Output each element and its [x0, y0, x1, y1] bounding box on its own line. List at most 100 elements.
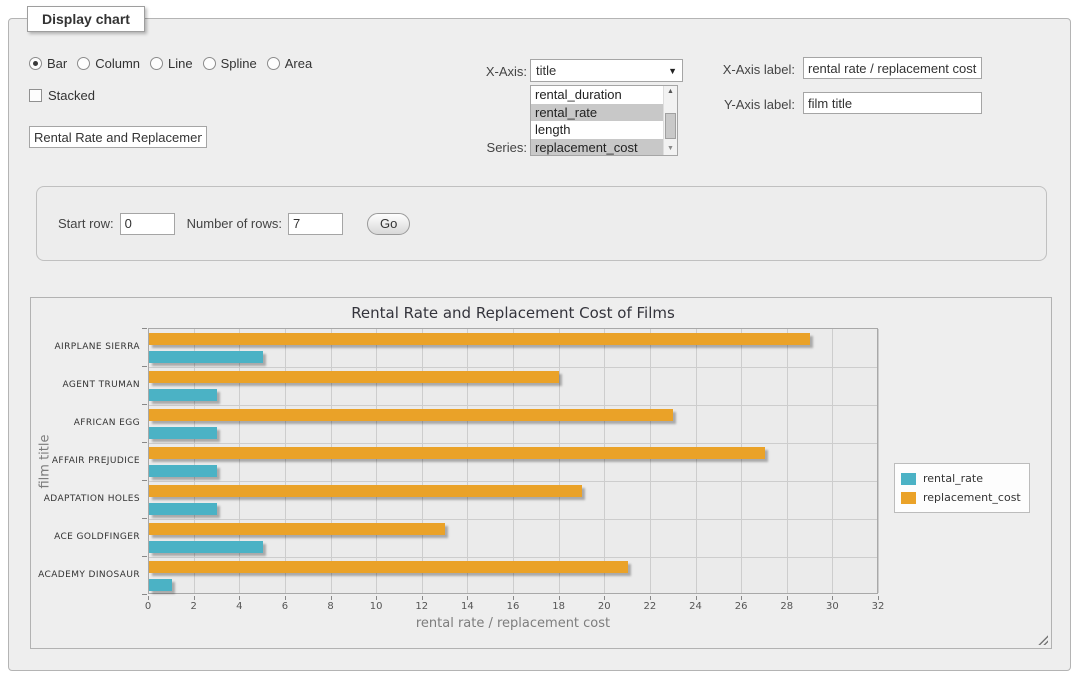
category-label: ADAPTATION HOLES	[31, 494, 140, 504]
x-axis-tick	[422, 596, 423, 600]
series-option-rental_rate[interactable]: rental_rate	[531, 104, 663, 122]
stacked-checkbox-row[interactable]: Stacked	[29, 88, 95, 103]
category-label: AIRPLANE SIERRA	[31, 342, 140, 352]
x-axis-tick	[832, 596, 833, 600]
x-axis-tick-label: 22	[635, 601, 665, 612]
series-option-length[interactable]: length	[531, 121, 663, 139]
bar-replacement_cost	[149, 447, 765, 459]
x-axis-tick	[650, 596, 651, 600]
gridline	[149, 557, 877, 558]
chart-container: Rental Rate and Replacement Cost of Film…	[30, 297, 1052, 649]
legend-entry-replacement_cost: replacement_cost	[901, 488, 1021, 507]
gridline	[285, 329, 286, 593]
x-axis-label-label: X-Axis label:	[713, 62, 795, 77]
y-axis-tick	[142, 366, 147, 367]
x-axis-tick-label: 18	[544, 601, 574, 612]
series-select-label: Series:	[455, 140, 527, 155]
category-label: ACADEMY DINOSAUR	[31, 570, 140, 580]
x-axis-label-input[interactable]	[803, 57, 982, 79]
chart-type-radio-area[interactable]: Area	[267, 56, 312, 71]
radio-label: Spline	[221, 56, 257, 71]
panel-title: Display chart	[27, 6, 145, 32]
stacked-checkbox[interactable]	[29, 89, 42, 102]
chart-type-radio-line[interactable]: Line	[150, 56, 193, 71]
chart-title: Rental Rate and Replacement Cost of Film…	[148, 304, 878, 322]
x-axis-tick-label: 2	[179, 601, 209, 612]
series-option-rental_duration[interactable]: rental_duration	[531, 86, 663, 104]
bar-replacement_cost	[149, 409, 673, 421]
x-axis-tick-label: 28	[772, 601, 802, 612]
x-axis-select-label: X-Axis:	[455, 64, 527, 79]
plot-area	[148, 328, 878, 594]
gridline	[149, 443, 877, 444]
gridline	[331, 329, 332, 593]
x-axis-tick	[604, 596, 605, 600]
x-axis-tick-label: 10	[361, 601, 391, 612]
num-rows-label: Number of rows:	[187, 216, 282, 231]
legend-swatch-icon	[901, 492, 916, 504]
chart-type-radio-spline[interactable]: Spline	[203, 56, 257, 71]
x-axis-tick	[513, 596, 514, 600]
num-rows-input[interactable]	[288, 213, 343, 235]
series-scrollbar[interactable]: ▲ ▼	[663, 86, 677, 155]
radio-icon[interactable]	[29, 57, 42, 70]
go-button[interactable]: Go	[367, 213, 410, 235]
chart-legend: rental_rate replacement_cost	[894, 463, 1030, 513]
start-row-input[interactable]	[120, 213, 175, 235]
x-axis-tick	[741, 596, 742, 600]
x-axis-tick	[331, 596, 332, 600]
radio-icon[interactable]	[150, 57, 163, 70]
x-axis-tick-label: 16	[498, 601, 528, 612]
x-axis-tick	[696, 596, 697, 600]
chart-title-input[interactable]	[29, 126, 207, 148]
scroll-down-icon[interactable]: ▼	[664, 143, 677, 155]
y-axis-tick	[142, 442, 147, 443]
chart-type-radio-bar[interactable]: Bar	[29, 56, 67, 71]
x-axis-tick-label: 0	[133, 601, 163, 612]
gridline	[422, 329, 423, 593]
legend-label: rental_rate	[923, 472, 983, 485]
radio-icon[interactable]	[203, 57, 216, 70]
series-multiselect[interactable]: rental_durationrental_ratelengthreplacem…	[530, 85, 678, 156]
gridline	[149, 405, 877, 406]
legend-swatch-icon	[901, 473, 916, 485]
radio-label: Bar	[47, 56, 67, 71]
bar-rental_rate	[149, 465, 217, 477]
x-axis-tick	[376, 596, 377, 600]
y-axis-label-input[interactable]	[803, 92, 982, 114]
chart-type-radio-column[interactable]: Column	[77, 56, 140, 71]
x-axis-tick	[194, 596, 195, 600]
x-axis-tick-label: 24	[681, 601, 711, 612]
gridline	[741, 329, 742, 593]
gridline	[696, 329, 697, 593]
x-axis-tick	[559, 596, 560, 600]
gridline	[239, 329, 240, 593]
bar-replacement_cost	[149, 333, 810, 345]
gridline	[376, 329, 377, 593]
stacked-label: Stacked	[48, 88, 95, 103]
gridline	[467, 329, 468, 593]
x-axis-tick-label: 6	[270, 601, 300, 612]
radio-icon[interactable]	[267, 57, 280, 70]
x-axis-tick-label: 32	[863, 601, 893, 612]
bar-rental_rate	[149, 389, 217, 401]
chart-type-radio-group: Bar Column Line Spline Area	[29, 56, 312, 71]
x-axis-select[interactable]: title ▼	[530, 59, 683, 82]
series-option-replacement_cost[interactable]: replacement_cost	[531, 139, 663, 157]
scroll-up-icon[interactable]: ▲	[664, 86, 677, 98]
x-axis-tick-label: 14	[452, 601, 482, 612]
gridline	[787, 329, 788, 593]
x-axis-tick-label: 12	[407, 601, 437, 612]
bar-rental_rate	[149, 427, 217, 439]
x-axis-tick-label: 4	[224, 601, 254, 612]
x-axis-tick	[148, 596, 149, 600]
scrollbar-thumb[interactable]	[665, 113, 676, 139]
y-axis-tick	[142, 518, 147, 519]
series-options-list: rental_durationrental_ratelengthreplacem…	[531, 86, 663, 155]
gridline	[149, 367, 877, 368]
y-axis-tick	[142, 480, 147, 481]
bar-rental_rate	[149, 541, 263, 553]
radio-icon[interactable]	[77, 57, 90, 70]
page: Display chart Bar Column Line Spline Area St…	[0, 0, 1081, 681]
resize-handle-icon[interactable]	[1037, 634, 1048, 645]
